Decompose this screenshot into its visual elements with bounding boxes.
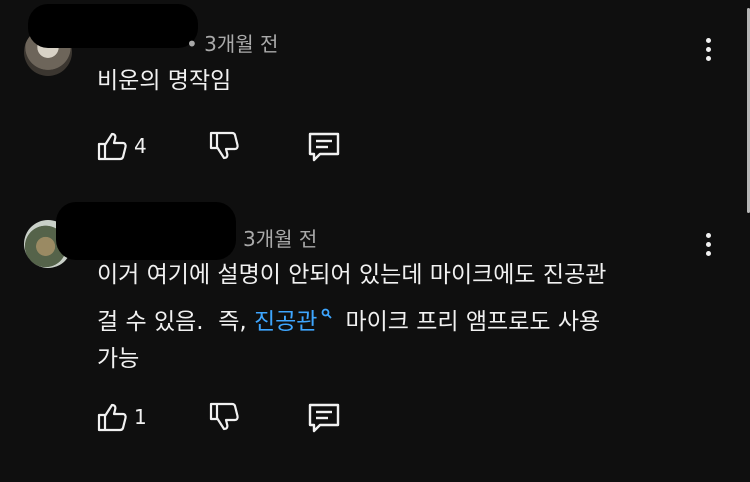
reply-comment-icon	[308, 403, 340, 433]
comment-text: 이거 여기에 설명이 안되어 있는데 마이크에도 진공관 걸 수 있음. 즉, …	[97, 257, 606, 378]
comment-line-2: 걸 수 있음. 즉, 진공관 마이크 프리 앰프로도 사용	[97, 294, 606, 341]
reply-button[interactable]	[306, 130, 342, 164]
like-button[interactable]: 1	[96, 401, 147, 433]
comment-1: • 3개월 전 비운의 명작임 4	[0, 0, 750, 200]
comment-line-1: 이거 여기에 설명이 안되어 있는데 마이크에도 진공관	[97, 262, 607, 288]
more-vert-icon[interactable]	[706, 38, 712, 62]
text-segment: 걸 수 있음. 즉,	[97, 309, 254, 335]
comment-timestamp: 3개월 전	[243, 223, 317, 252]
reply-button[interactable]	[306, 401, 342, 435]
time-label: 3개월 전	[243, 227, 318, 251]
like-count: 4	[134, 134, 147, 158]
more-vert-icon[interactable]	[706, 233, 712, 257]
like-count: 1	[134, 405, 147, 429]
time-label: 3개월 전	[204, 32, 279, 56]
comment-2: 3개월 전 이거 여기에 설명이 안되어 있는데 마이크에도 진공관 걸 수 있…	[0, 195, 750, 482]
comment-line-3: 가능	[97, 346, 140, 372]
dislike-button[interactable]	[208, 401, 240, 433]
comment-timestamp: • 3개월 전	[186, 28, 278, 57]
search-link-label[interactable]: 진공관	[254, 309, 317, 335]
search-link[interactable]: 진공관	[254, 308, 345, 335]
thumbs-up-icon	[97, 403, 127, 432]
reply-comment-icon	[308, 132, 340, 162]
redacted-username	[28, 4, 198, 48]
meta-separator: •	[186, 32, 205, 56]
text-segment: 마이크 프리 앰프로도 사용	[345, 309, 601, 335]
like-button[interactable]: 4	[96, 130, 147, 162]
search-icon[interactable]	[321, 294, 333, 319]
thumbs-down-icon	[209, 402, 239, 431]
redacted-username	[56, 202, 236, 260]
dislike-button[interactable]	[208, 130, 240, 162]
thumbs-down-icon	[209, 131, 239, 160]
comment-text: 비운의 명작임	[97, 68, 232, 94]
thumbs-up-icon	[97, 132, 127, 161]
